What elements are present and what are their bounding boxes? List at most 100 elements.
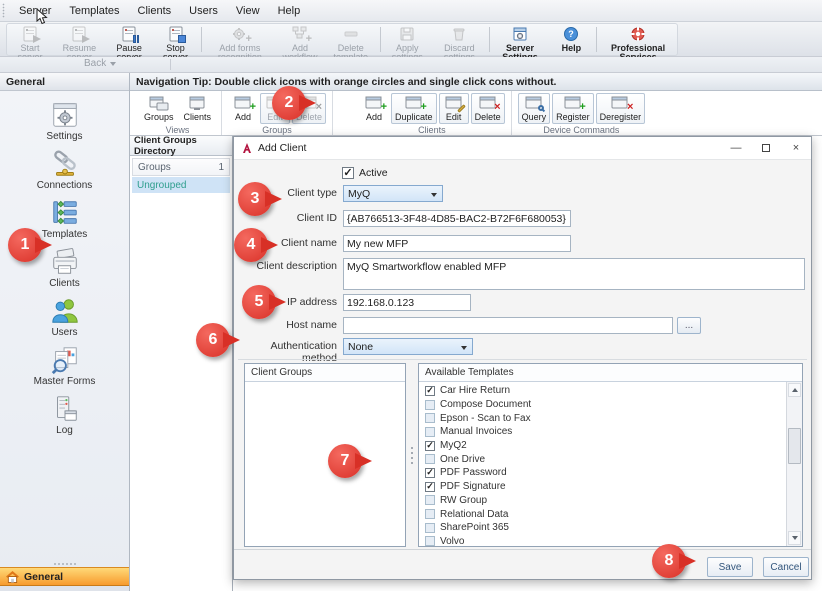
- authentication-method-select[interactable]: None: [343, 338, 473, 355]
- authentication-method-label: Authentication method: [238, 338, 337, 364]
- add-forms-recognition-button[interactable]: + Add forms recognition: [203, 24, 276, 55]
- template-row[interactable]: Relational Data: [419, 507, 786, 521]
- clients-delete-button[interactable]: × Delete: [471, 93, 505, 124]
- discard-settings-button[interactable]: Discard settings: [432, 24, 487, 55]
- template-checkbox[interactable]: [425, 441, 435, 451]
- template-row[interactable]: PDF Password: [419, 466, 786, 480]
- groups-add-button[interactable]: + Add: [228, 93, 258, 124]
- template-row[interactable]: Car Hire Return: [419, 384, 786, 398]
- cancel-button[interactable]: Cancel: [763, 557, 809, 577]
- templates-scrollbar[interactable]: [786, 382, 802, 546]
- annotation-4: 4: [234, 228, 268, 262]
- log-icon: [50, 394, 80, 424]
- template-checkbox[interactable]: [425, 468, 435, 478]
- scroll-up-icon[interactable]: [788, 383, 801, 397]
- template-row[interactable]: Epson - Scan to Fax: [419, 411, 786, 425]
- template-row[interactable]: One Drive: [419, 452, 786, 466]
- clients-add-button[interactable]: + Add: [359, 93, 389, 124]
- template-checkbox[interactable]: [425, 454, 435, 464]
- client-description-input[interactable]: [343, 258, 805, 290]
- stop-server-button[interactable]: Stop server: [153, 24, 199, 55]
- add-client-dialog: Add Client — × Active Client type MyQ Cl…: [233, 136, 812, 580]
- resume-server-button[interactable]: Resume server: [53, 24, 106, 55]
- menu-item-users[interactable]: Users: [180, 0, 227, 21]
- sidebar-item-connections[interactable]: Connections: [0, 146, 129, 195]
- template-row[interactable]: SharePoint 365: [419, 521, 786, 535]
- template-checkbox[interactable]: [425, 536, 435, 546]
- master-forms-icon: [50, 345, 80, 375]
- edit-pencil-icon: [444, 96, 464, 111]
- menu-item-help[interactable]: Help: [269, 0, 310, 21]
- group-row-ungrouped[interactable]: Ungrouped: [132, 177, 230, 193]
- host-name-input[interactable]: [343, 317, 673, 334]
- template-checkbox[interactable]: [425, 482, 435, 492]
- sidebar-footer-general[interactable]: General: [0, 567, 129, 586]
- navigation-tip-bar: Navigation Tip: Double click icons with …: [130, 73, 822, 91]
- annotation-5: 5: [242, 285, 276, 319]
- menu-item-clients[interactable]: Clients: [129, 0, 181, 21]
- close-button[interactable]: ×: [781, 137, 811, 159]
- scroll-down-icon[interactable]: [788, 531, 801, 545]
- device-deregister-button[interactable]: × Deregister: [596, 93, 646, 124]
- clients-edit-button[interactable]: Edit: [439, 93, 469, 124]
- active-checkbox[interactable]: [342, 167, 354, 179]
- pause-server-button[interactable]: Pause server: [106, 24, 153, 55]
- client-id-input[interactable]: [343, 210, 571, 227]
- host-name-browse-button[interactable]: ...: [677, 317, 701, 334]
- save-button[interactable]: Save: [707, 557, 753, 577]
- panel-splitter[interactable]: [406, 363, 418, 547]
- users-icon: [50, 296, 80, 326]
- add-workflow-button[interactable]: + Add workflow: [277, 24, 324, 55]
- back-button[interactable]: Back: [84, 58, 116, 69]
- template-checkbox[interactable]: [425, 495, 435, 505]
- template-row[interactable]: MyQ2: [419, 439, 786, 453]
- template-checkbox[interactable]: [425, 413, 435, 423]
- client-groups-panel: Client Groups: [244, 363, 406, 547]
- clients-duplicate-button[interactable]: + Duplicate: [391, 93, 437, 124]
- sidebar-item-users[interactable]: Users: [0, 293, 129, 342]
- client-groups-panel-title: Client Groups: [245, 364, 405, 382]
- maximize-button[interactable]: [751, 137, 781, 159]
- dialog-titlebar[interactable]: Add Client — ×: [234, 137, 811, 160]
- device-query-button[interactable]: Query: [518, 93, 551, 124]
- duplicate-icon: +: [404, 96, 424, 111]
- template-row[interactable]: PDF Signature: [419, 480, 786, 494]
- directory-list-header[interactable]: Groups 1: [132, 158, 230, 176]
- annotation-3: 3: [238, 182, 272, 216]
- views-clients-button[interactable]: Clients: [180, 93, 216, 124]
- help-button[interactable]: ? Help: [548, 24, 594, 55]
- scrollbar-thumb[interactable]: [788, 428, 801, 464]
- views-groups-button[interactable]: Groups: [140, 93, 178, 124]
- available-templates-panel: Available Templates Car Hire Return Comp…: [418, 363, 803, 547]
- sidebar-item-master-forms[interactable]: Master Forms: [0, 342, 129, 391]
- template-row[interactable]: Manual Invoices: [419, 425, 786, 439]
- server-settings-button[interactable]: Server Settings: [492, 24, 549, 55]
- client-name-input[interactable]: [343, 235, 571, 252]
- sidebar-item-log[interactable]: Log: [0, 391, 129, 440]
- clients-view-icon: [187, 96, 207, 111]
- template-checkbox[interactable]: [425, 509, 435, 519]
- sidebar-item-settings[interactable]: Settings: [0, 97, 129, 146]
- menu-item-view[interactable]: View: [227, 0, 269, 21]
- template-row[interactable]: Compose Document: [419, 398, 786, 412]
- template-checkbox[interactable]: [425, 427, 435, 437]
- deregister-x-icon: ×: [610, 96, 630, 111]
- professional-services-button[interactable]: Professional Services: [599, 24, 677, 55]
- template-row[interactable]: Volvo: [419, 535, 786, 546]
- groups-view-icon: [149, 96, 169, 111]
- register-plus-icon: +: [563, 96, 583, 111]
- client-type-select[interactable]: MyQ: [343, 185, 443, 202]
- apply-settings-button[interactable]: Apply settings: [383, 24, 432, 55]
- host-name-label: Host name: [238, 317, 337, 331]
- ip-address-input[interactable]: [343, 294, 471, 311]
- resume-server-icon: [70, 26, 88, 43]
- template-checkbox[interactable]: [425, 386, 435, 396]
- menu-item-templates[interactable]: Templates: [60, 0, 128, 21]
- template-checkbox[interactable]: [425, 523, 435, 533]
- device-register-button[interactable]: + Register: [552, 93, 594, 124]
- template-row[interactable]: RW Group: [419, 494, 786, 508]
- template-checkbox[interactable]: [425, 400, 435, 410]
- delete-template-button[interactable]: Delete template: [324, 24, 378, 55]
- minimize-button[interactable]: —: [721, 137, 751, 159]
- start-server-button[interactable]: Start server: [7, 24, 53, 55]
